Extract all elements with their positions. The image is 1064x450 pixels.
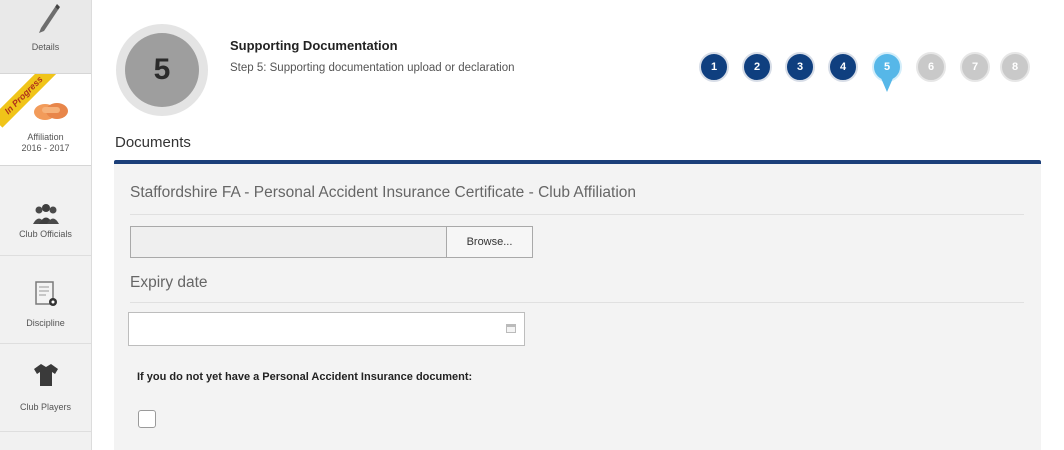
documents-panel: Staffordshire FA - Personal Accident Ins… — [114, 164, 1041, 450]
divider — [130, 214, 1024, 215]
no-document-note: If you do not yet have a Personal Accide… — [137, 371, 473, 383]
no-document-checkbox[interactable] — [138, 410, 156, 428]
step-8-button[interactable]: 8 — [1000, 52, 1030, 82]
people-icon — [32, 204, 59, 224]
current-step-badge: 5 — [116, 24, 208, 116]
browse-button[interactable]: Browse... — [446, 226, 533, 258]
sidebar-item-affiliation[interactable]: In Progress Affiliation 2016 - 2017 — [0, 74, 91, 166]
sidebar-item-club-officials[interactable]: Club Officials — [0, 172, 91, 256]
file-path-input[interactable] — [130, 226, 446, 258]
step-4-button[interactable]: 4 — [828, 52, 858, 82]
sidebar-item-label: Affiliation — [27, 132, 64, 142]
expiry-date-label: Expiry date — [130, 274, 208, 291]
sidebar-item-label: Club Players — [19, 402, 72, 412]
step-progress: 1 2 3 4 5 6 7 8 — [699, 52, 1039, 92]
divider — [130, 302, 1024, 303]
certificate-title: Staffordshire FA - Personal Accident Ins… — [130, 184, 637, 201]
step-2-button[interactable]: 2 — [742, 52, 772, 82]
pencil-icon — [38, 4, 60, 33]
handshake-icon — [34, 103, 68, 120]
step-7-button[interactable]: 7 — [960, 52, 990, 82]
current-step-number: 5 — [125, 33, 199, 107]
page-title: Supporting Documentation — [230, 38, 398, 53]
sidebar-item-label: Club Officials — [19, 229, 72, 239]
section-title: Documents — [115, 134, 191, 151]
step-1-button[interactable]: 1 — [699, 52, 729, 82]
affiliation-season: 2016 - 2017 — [21, 143, 70, 153]
calendar-icon[interactable] — [506, 324, 516, 333]
step-5-button[interactable]: 5 — [872, 52, 902, 92]
step-3-button[interactable]: 3 — [785, 52, 815, 82]
sidebar-item-more[interactable] — [0, 434, 91, 450]
sidebar-item-club-players[interactable]: Club Players — [0, 346, 91, 432]
shirt-icon — [33, 364, 58, 386]
sidebar-item-discipline[interactable]: Discipline — [0, 258, 91, 344]
sidebar-item-label: Discipline — [26, 318, 65, 328]
step-6-button[interactable]: 6 — [916, 52, 946, 82]
expiry-date-input[interactable] — [128, 312, 525, 346]
sidebar: Details In Progress Affiliation 2016 - 2… — [0, 0, 92, 450]
card-ball-icon — [34, 281, 57, 306]
sidebar-item-details[interactable]: Details — [0, 0, 91, 74]
sidebar-item-label: Details — [31, 42, 60, 52]
page-description: Step 5: Supporting documentation upload … — [230, 62, 515, 74]
